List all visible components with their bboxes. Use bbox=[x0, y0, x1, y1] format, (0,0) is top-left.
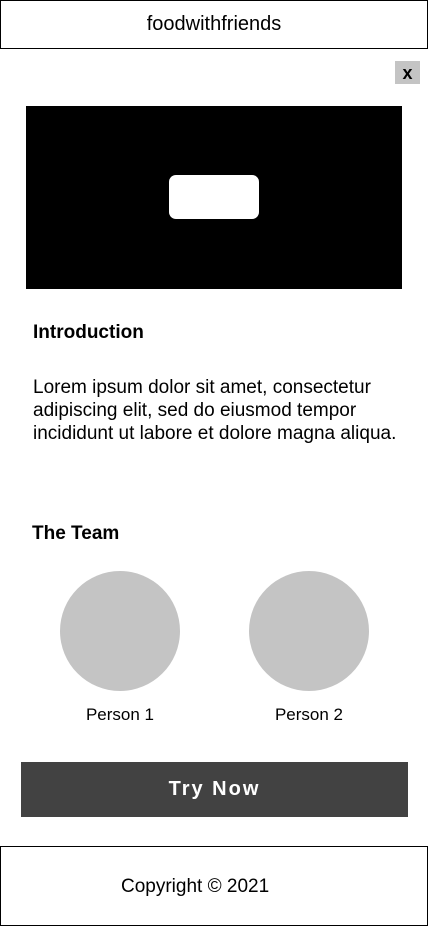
avatar-person-1 bbox=[60, 571, 180, 691]
intro-text: Lorem ipsum dolor sit amet, consectetur … bbox=[33, 377, 397, 444]
play-button-icon[interactable] bbox=[169, 175, 259, 219]
avatar-person-2 bbox=[249, 571, 369, 691]
person-1-name: Person 1 bbox=[85, 705, 155, 724]
video-player[interactable] bbox=[26, 106, 402, 289]
team-heading: The Team bbox=[32, 523, 120, 544]
intro-heading: Introduction bbox=[33, 322, 144, 343]
app-title: foodwithfriends bbox=[146, 13, 282, 35]
copyright-text: Copyright © 2021 bbox=[121, 876, 270, 897]
try-now-button[interactable]: Try Now bbox=[21, 762, 408, 817]
close-icon: x bbox=[402, 62, 413, 83]
footer: Copyright © 2021 bbox=[0, 846, 428, 926]
person-2-name: Person 2 bbox=[274, 705, 344, 724]
close-button[interactable]: x bbox=[395, 61, 420, 84]
app-header: foodwithfriends bbox=[0, 0, 428, 49]
